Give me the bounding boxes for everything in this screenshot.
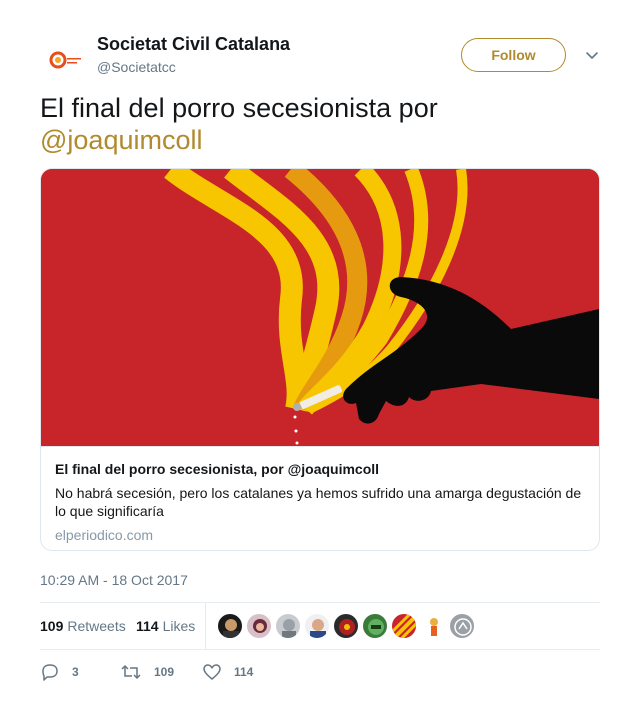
retweets-stat[interactable]: 109 Retweets (40, 618, 126, 634)
account-display-name[interactable]: Societat Civil Catalana (97, 34, 290, 54)
account-handle[interactable]: @Societatcc (97, 58, 290, 76)
reply-button[interactable]: 3 (40, 660, 79, 684)
reply-count: 3 (72, 665, 79, 679)
liker-avatar[interactable] (449, 613, 475, 639)
retweet-button[interactable]: 109 (120, 660, 174, 684)
likes-stat[interactable]: 114 Likes (136, 618, 195, 634)
link-preview-card[interactable]: El final del porro secesionista, por @jo… (40, 168, 600, 551)
card-image[interactable] (41, 169, 599, 447)
liker-avatar[interactable] (333, 613, 359, 639)
tweet-body: El final del porro secesionista por (40, 93, 438, 123)
tweet-mention-link[interactable]: @joaquimcoll (40, 124, 600, 156)
liker-avatar[interactable] (275, 613, 301, 639)
card-title[interactable]: El final del porro secesionista, por @jo… (55, 460, 587, 478)
like-button[interactable]: 114 (202, 660, 253, 684)
tweet-timestamp[interactable]: 10:29 AM - 18 Oct 2017 (40, 572, 188, 588)
card-domain[interactable]: elperiodico.com (55, 526, 587, 544)
follow-button[interactable]: Follow (461, 38, 566, 72)
hand-holding-joint-illustration (41, 169, 599, 446)
liker-avatar[interactable] (391, 613, 417, 639)
liker-avatar[interactable] (362, 613, 388, 639)
engagement-stats: 109 Retweets 114 Likes (40, 602, 600, 650)
likes-stat-label: Likes (162, 618, 196, 634)
scc-logo-icon (49, 51, 81, 69)
stats-divider (205, 603, 206, 649)
reply-icon (42, 664, 58, 681)
tweet-text: El final del porro secesionista por @joa… (40, 92, 600, 156)
liker-avatar[interactable] (420, 613, 446, 639)
retweets-stat-count: 109 (40, 618, 64, 634)
tweet-header: Societat Civil Catalana @Societatcc Foll… (40, 34, 600, 84)
heart-icon (203, 664, 221, 680)
like-count: 114 (234, 665, 254, 679)
likes-stat-count: 114 (136, 618, 159, 634)
liker-avatar[interactable] (246, 613, 272, 639)
retweet-icon (121, 664, 141, 680)
retweet-count: 109 (154, 665, 175, 679)
liker-avatar[interactable] (217, 613, 243, 639)
retweets-stat-label: Retweets (67, 618, 126, 634)
chevron-down-icon[interactable] (584, 47, 600, 63)
card-description: No habrá secesión, pero los catalanes ya… (55, 485, 582, 519)
tweet-actions: 3 109 114 (40, 660, 600, 684)
liker-avatar[interactable] (304, 613, 330, 639)
account-avatar[interactable] (40, 36, 88, 84)
